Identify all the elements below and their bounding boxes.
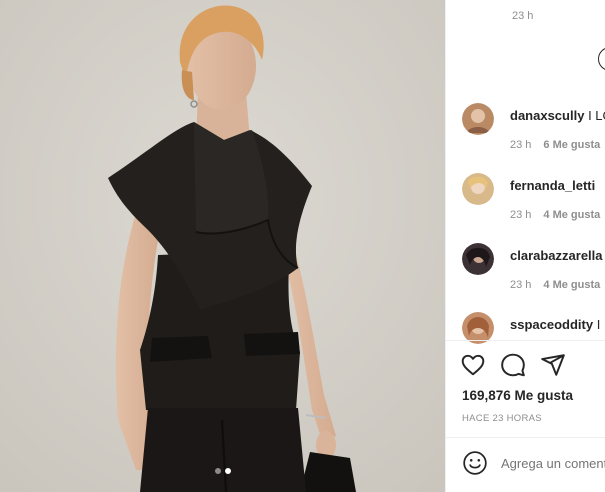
likes-count[interactable]: 169,876 Me gusta <box>462 388 573 403</box>
comment-icon[interactable] <box>500 352 526 378</box>
divider <box>446 340 605 341</box>
carousel-dot-2-active <box>224 468 231 474</box>
more-options-icon[interactable] <box>598 47 605 71</box>
comment-timestamp: 23 h <box>512 10 534 22</box>
avatar[interactable] <box>462 243 494 275</box>
divider <box>446 437 605 438</box>
comment-time: 23 h <box>510 139 532 151</box>
share-icon[interactable] <box>540 352 566 378</box>
emoji-icon[interactable] <box>462 450 488 476</box>
comment-item: clarabazzarella 23 h 4 Me gusta <box>462 243 605 293</box>
comment-username[interactable]: fernanda_letti <box>510 178 595 193</box>
comment-time: 23 h <box>510 279 532 291</box>
avatar[interactable] <box>462 103 494 135</box>
carousel-indicator <box>0 468 445 474</box>
comment-username[interactable]: sspaceoddity <box>510 317 593 332</box>
heart-icon[interactable] <box>460 352 486 378</box>
comment-likes[interactable]: 4 Me gusta <box>543 279 600 291</box>
carousel-dot-1 <box>214 468 221 474</box>
avatar[interactable] <box>462 173 494 205</box>
comment-time: 23 h <box>510 209 532 221</box>
add-comment-input[interactable] <box>501 456 605 471</box>
comment-likes[interactable]: 4 Me gusta <box>543 209 600 221</box>
comment-text: I <box>596 317 601 332</box>
comment-item: danaxscully I LO 23 h 6 Me gusta <box>462 103 605 153</box>
comment-username[interactable]: danaxscully <box>510 108 584 123</box>
comment-item: fernanda_letti 23 h 4 Me gusta <box>462 173 605 223</box>
comments-panel: 23 h danaxscully I LO 23 h 6 Me gusta fer… <box>445 0 605 492</box>
comment-likes[interactable]: 6 Me gusta <box>543 139 600 151</box>
woman-in-black-outfit-image <box>0 0 445 492</box>
post-timestamp[interactable]: HACE 23 HORAS <box>462 413 542 424</box>
comment-text: I LO <box>588 108 605 123</box>
comment-username[interactable]: clarabazzarella <box>510 248 603 263</box>
post-photo[interactable] <box>0 0 445 492</box>
action-bar <box>460 352 566 378</box>
